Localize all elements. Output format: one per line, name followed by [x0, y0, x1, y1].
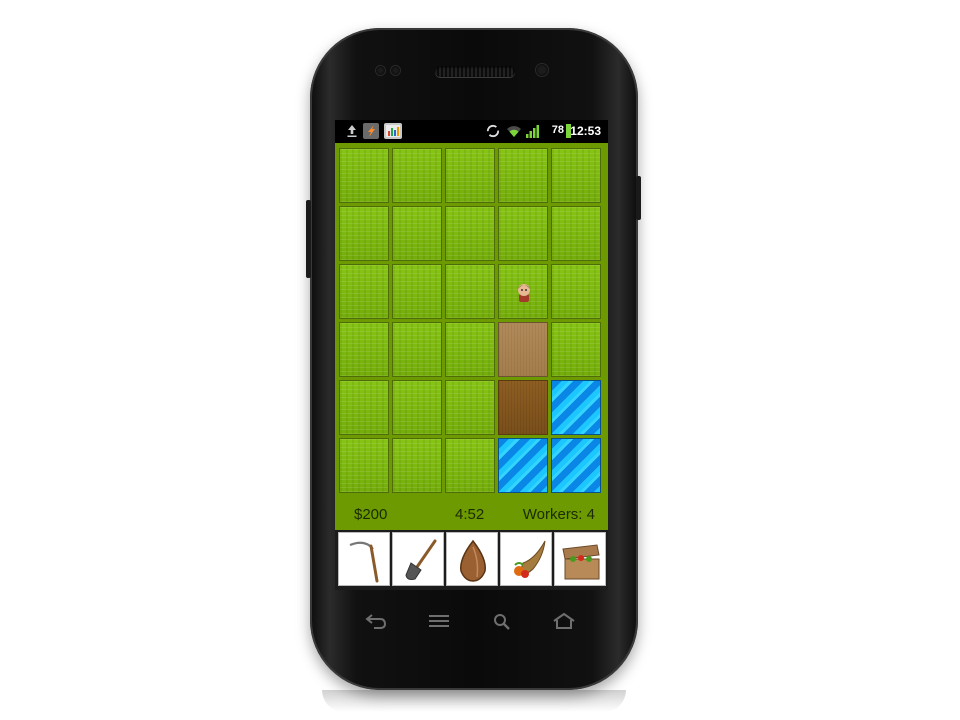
grass-tile[interactable] [392, 206, 442, 261]
shovel-tool-button[interactable] [392, 532, 444, 586]
clock: 12:53 [570, 124, 601, 138]
battery-level: 78 [551, 124, 564, 136]
worker-icon[interactable] [515, 281, 533, 303]
grass-tile[interactable] [339, 264, 389, 319]
water-tile[interactable] [551, 438, 601, 493]
grass-tile[interactable] [392, 380, 442, 435]
light-sensor [391, 66, 400, 75]
scythe-tool-button[interactable] [338, 532, 390, 586]
grass-tile[interactable] [445, 322, 495, 377]
volume-button [306, 200, 311, 278]
flash-app-icon [363, 123, 379, 139]
grass-tile[interactable] [392, 264, 442, 319]
crate-tool-button[interactable] [554, 532, 606, 586]
workers-label: Workers: 4 [522, 506, 595, 523]
search-icon[interactable] [490, 612, 514, 630]
grass-tile[interactable] [339, 438, 389, 493]
grass-tile[interactable] [339, 380, 389, 435]
grass-tile[interactable] [339, 148, 389, 203]
farm-grid [339, 148, 604, 493]
grass-tile[interactable] [339, 322, 389, 377]
proximity-sensor [376, 66, 385, 75]
signal-icon [526, 125, 539, 138]
grass-tile[interactable] [551, 322, 601, 377]
sync-icon [486, 124, 500, 138]
front-camera [536, 64, 548, 76]
home-icon[interactable] [552, 612, 576, 630]
seed-tool-button[interactable] [446, 532, 498, 586]
grass-tile[interactable] [445, 438, 495, 493]
grass-tile[interactable] [392, 148, 442, 203]
grass-tile[interactable] [498, 264, 548, 319]
grass-tile[interactable] [392, 438, 442, 493]
money-label: $200 [354, 506, 388, 523]
dirt-dark-tile[interactable] [498, 380, 548, 435]
wifi-icon [507, 126, 521, 137]
grass-tile[interactable] [498, 206, 548, 261]
chart-app-icon [384, 123, 402, 139]
harvest-tool-button[interactable] [500, 532, 552, 586]
hud-bar: $200 4:52 Workers: 4 [335, 503, 608, 527]
timer-label: 4:52 [455, 506, 485, 523]
grass-tile[interactable] [551, 148, 601, 203]
menu-icon[interactable] [427, 612, 451, 630]
water-tile[interactable] [498, 438, 548, 493]
water-tile[interactable] [551, 380, 601, 435]
dirt-light-tile[interactable] [498, 322, 548, 377]
grass-tile[interactable] [498, 148, 548, 203]
grass-tile[interactable] [551, 206, 601, 261]
phone-reflection [322, 690, 626, 712]
grass-tile[interactable] [445, 206, 495, 261]
shovel-icon [405, 539, 437, 580]
upload-icon [347, 125, 357, 137]
power-button [636, 176, 641, 220]
earpiece-speaker [435, 66, 515, 77]
grass-tile[interactable] [551, 264, 601, 319]
grass-tile[interactable] [339, 206, 389, 261]
grass-tile[interactable] [445, 148, 495, 203]
grass-tile[interactable] [445, 264, 495, 319]
grass-tile[interactable] [445, 380, 495, 435]
grass-tile[interactable] [392, 322, 442, 377]
back-icon[interactable] [364, 612, 388, 630]
crate-icon [562, 544, 600, 580]
scythe-icon [349, 541, 379, 583]
seed-icon [460, 539, 486, 582]
cornucopia-icon [514, 540, 546, 578]
status-bar: 78 12:53 [335, 120, 608, 142]
